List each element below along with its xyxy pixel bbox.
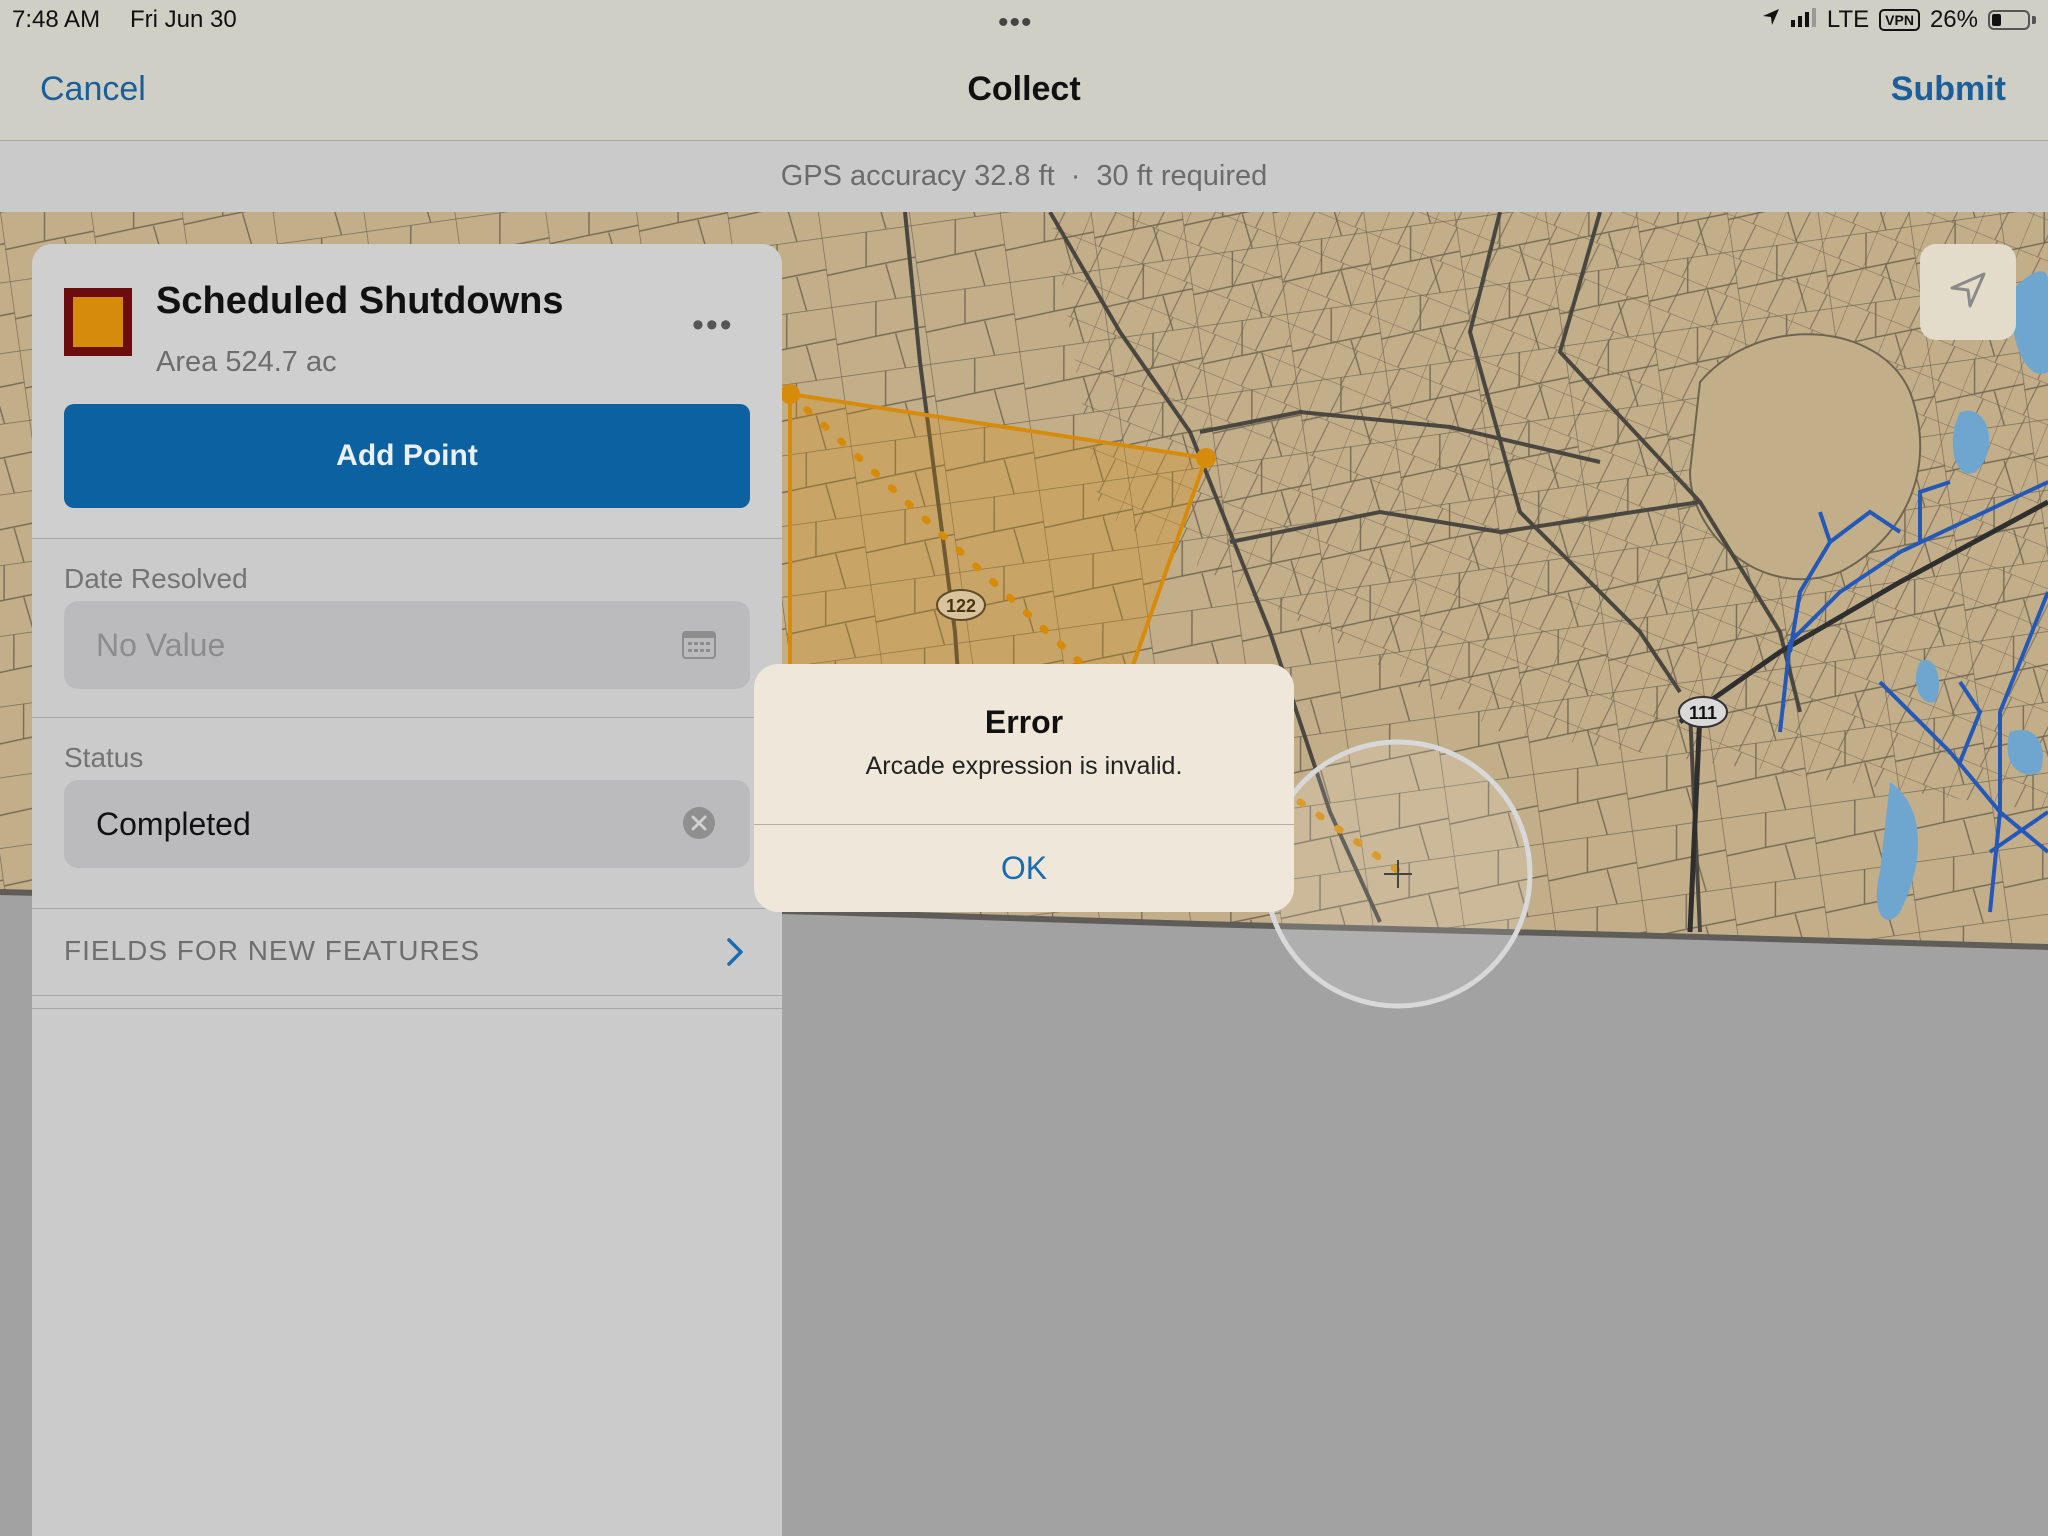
status-label: Status: [64, 742, 144, 773]
location-arrow-icon: [1761, 6, 1781, 34]
navigation-bar: Cancel Collect Submit: [0, 40, 2048, 141]
date-resolved-label: Date Resolved: [64, 563, 248, 594]
sketch-vertex[interactable]: [1196, 448, 1216, 468]
screen: 7:48 AM Fri Jun 30 ••• LTE VPN 26% Cance…: [0, 0, 2048, 1536]
date-resolved-input[interactable]: No Value: [64, 601, 750, 689]
gps-separator: ·: [1070, 160, 1081, 192]
collect-panel: Scheduled Shutdowns Area 524.7 ac ••• Ad…: [32, 244, 782, 1536]
gps-accuracy-banner: GPS accuracy 32.8 ft · 30 ft required: [0, 141, 2048, 212]
alert-title: Error: [984, 704, 1064, 740]
locate-button[interactable]: [1920, 244, 2016, 340]
route-shield-111: 111: [1678, 696, 1728, 728]
panel-footer-divider: [32, 996, 782, 1009]
alert-ok-button[interactable]: OK: [754, 825, 1294, 912]
fields-for-new-features-row[interactable]: FIELDS FOR NEW FEATURES: [32, 908, 782, 996]
error-alert: Error Arcade expression is invalid. OK: [754, 664, 1294, 912]
gps-accuracy-text: GPS accuracy 32.8 ft: [780, 160, 1055, 192]
route-shield-111-label: 111: [1689, 703, 1717, 723]
date-resolved-placeholder: No Value: [96, 626, 226, 663]
status-input[interactable]: Completed: [64, 780, 750, 868]
submit-button[interactable]: Submit: [1891, 70, 2006, 109]
multitasking-dots-icon[interactable]: •••: [998, 8, 1033, 38]
vpn-badge: VPN: [1879, 9, 1920, 31]
battery-percent: 26%: [1929, 6, 1978, 33]
status-value: Completed: [96, 805, 251, 842]
signal-strength-icon: [1790, 6, 1817, 34]
network-type: LTE: [1826, 6, 1870, 33]
status-time: 7:48 AM: [12, 6, 101, 33]
location-arrow-icon: [1946, 268, 1990, 317]
battery-level-fill: [1992, 14, 2001, 26]
calendar-icon[interactable]: [682, 629, 716, 667]
alert-message: Arcade expression is invalid.: [865, 752, 1183, 780]
feature-area: Area 524.7 ac: [156, 346, 337, 378]
feature-symbol-icon: [64, 288, 132, 356]
sketch-vertex[interactable]: [780, 384, 800, 404]
fields-for-new-features-label: FIELDS FOR NEW FEATURES: [64, 935, 481, 966]
more-options-button[interactable]: •••: [692, 306, 734, 345]
status-indicators: LTE VPN 26%: [1761, 6, 2036, 34]
status-date: Fri Jun 30: [130, 6, 237, 33]
date-resolved-field: Date Resolved No Value: [32, 539, 782, 717]
gps-required-text: 30 ft required: [1096, 160, 1268, 192]
panel-header: Scheduled Shutdowns Area 524.7 ac ••• Ad…: [32, 244, 782, 538]
chevron-right-icon: [726, 937, 744, 972]
feature-layer-title: Scheduled Shutdowns: [156, 280, 564, 322]
status-field: Status Completed: [32, 718, 782, 896]
status-bar: 7:48 AM Fri Jun 30 ••• LTE VPN 26%: [0, 0, 2048, 40]
battery-tip: [2032, 16, 2036, 24]
clear-icon[interactable]: [682, 807, 716, 848]
add-point-button[interactable]: Add Point: [64, 404, 750, 508]
page-title: Collect: [967, 70, 1081, 108]
battery-icon: [1988, 10, 2030, 30]
